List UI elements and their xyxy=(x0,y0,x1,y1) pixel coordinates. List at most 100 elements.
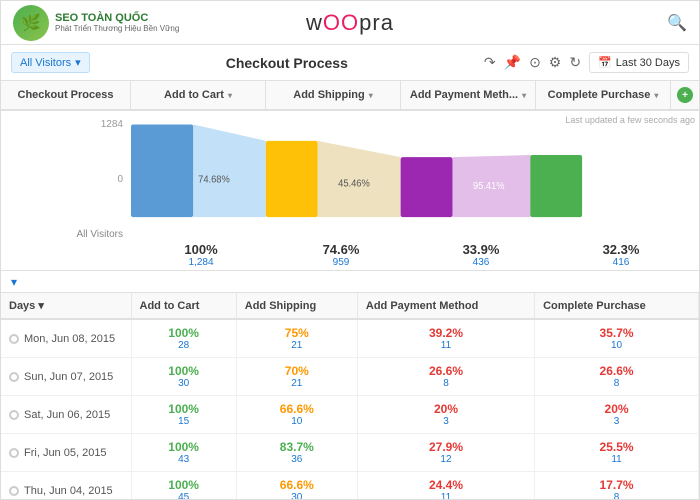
chart-area: 1284 0 All Visitors Last updated a few s… xyxy=(1,111,699,271)
th-add-payment: Add Payment Method xyxy=(357,293,534,319)
row-radio[interactable] xyxy=(9,334,19,344)
svg-text:74.68%: 74.68% xyxy=(198,174,230,185)
add-shipping-cell: 66.6% 10 xyxy=(236,396,357,434)
complete-purchase-cell: 20% 3 xyxy=(535,396,699,434)
table-row[interactable]: Mon, Jun 08, 2015 100% 28 75% 21 39.2% 1… xyxy=(1,319,699,358)
col-header-complete-purchase[interactable]: Complete Purchase ▾ xyxy=(536,81,671,109)
clock-icon[interactable]: ⊙ xyxy=(529,54,541,71)
add-shipping-count: 21 xyxy=(245,340,349,351)
logo-subtitle: Phát Triển Thương Hiệu Bền Vững xyxy=(55,24,179,33)
y-max: 1284 xyxy=(101,119,123,130)
chevron-down-icon: ▾ xyxy=(38,300,44,312)
date-cell: Sun, Jun 07, 2015 xyxy=(1,358,131,396)
add-shipping-cell: 66.6% 30 xyxy=(236,472,357,500)
add-payment-cell: 24.4% 11 xyxy=(357,472,534,500)
col-header-add-to-cart[interactable]: Add to Cart ▾ xyxy=(131,81,266,109)
y-min: 0 xyxy=(117,174,123,185)
add-to-cart-pct: 100% xyxy=(168,440,199,454)
date-label: Last 30 Days xyxy=(616,57,680,69)
add-to-cart-count: 30 xyxy=(140,378,228,389)
row-radio[interactable] xyxy=(9,486,19,496)
add-shipping-pct: 83.7% xyxy=(280,440,314,454)
search-icon[interactable]: 🔍 xyxy=(667,13,687,33)
chart-label-3: 32.3% 416 xyxy=(551,242,691,268)
date-label: Sat, Jun 06, 2015 xyxy=(24,409,110,421)
th-add-shipping: Add Shipping xyxy=(236,293,357,319)
complete-pct: 25.5% xyxy=(600,440,634,454)
add-to-cart-cell: 100% 28 xyxy=(131,319,236,358)
calendar-icon: 📅 xyxy=(598,56,612,69)
y-axis: 1284 0 All Visitors xyxy=(1,111,131,270)
complete-count: 3 xyxy=(543,416,690,427)
add-payment-cell: 26.6% 8 xyxy=(357,358,534,396)
date-label: Thu, Jun 04, 2015 xyxy=(24,485,113,497)
date-cell: Sat, Jun 06, 2015 xyxy=(1,396,131,434)
chevron-down-icon: ▾ xyxy=(369,91,373,100)
add-payment-count: 11 xyxy=(366,492,526,499)
pin-icon[interactable]: 📌 xyxy=(504,54,521,71)
col-header-checkout: Checkout Process xyxy=(1,81,131,109)
top-bar: 🌿 SEO TOÀN QUỐC Phát Triển Thương Hiệu B… xyxy=(1,1,699,45)
share-icon[interactable]: ↷ xyxy=(484,54,496,71)
th-add-to-cart: Add to Cart xyxy=(131,293,236,319)
add-payment-count: 12 xyxy=(366,454,526,465)
add-shipping-cell: 83.7% 36 xyxy=(236,434,357,472)
filter-title: Checkout Process xyxy=(90,55,484,71)
table-row[interactable]: Fri, Jun 05, 2015 100% 43 83.7% 36 27.9%… xyxy=(1,434,699,472)
complete-count: 8 xyxy=(543,492,690,499)
step3-pct: 33.9% xyxy=(411,242,551,257)
logo-area: 🌿 SEO TOÀN QUỐC Phát Triển Thương Hiệu B… xyxy=(13,5,179,41)
collapse-bar[interactable]: ▾ xyxy=(1,271,699,293)
filter-actions: ↷ 📌 ⊙ ⚙ ↻ 📅 Last 30 Days xyxy=(484,52,689,73)
complete-pct: 17.7% xyxy=(600,478,634,492)
logo-title: SEO TOÀN QUỐC xyxy=(55,12,179,24)
add-shipping-count: 21 xyxy=(245,378,349,389)
chart-label-2: 33.9% 436 xyxy=(411,242,551,268)
date-label: Sun, Jun 07, 2015 xyxy=(24,371,113,383)
date-cell: Fri, Jun 05, 2015 xyxy=(1,434,131,472)
complete-purchase-cell: 17.7% 8 xyxy=(535,472,699,500)
plus-icon: + xyxy=(677,87,693,103)
step2-count: 959 xyxy=(271,257,411,268)
add-shipping-pct: 75% xyxy=(285,326,309,340)
settings-icon[interactable]: ⚙ xyxy=(549,54,562,71)
chart-labels: 100% 1,284 74.6% 959 33.9% 436 32.3% 416 xyxy=(131,242,691,272)
all-visitors-button[interactable]: All Visitors ▾ xyxy=(11,52,90,73)
table-row[interactable]: Sat, Jun 06, 2015 100% 15 66.6% 10 20% 3… xyxy=(1,396,699,434)
complete-count: 10 xyxy=(543,340,690,351)
add-to-cart-count: 15 xyxy=(140,416,228,427)
add-payment-pct: 39.2% xyxy=(429,326,463,340)
complete-pct: 35.7% xyxy=(600,326,634,340)
table-row[interactable]: Sun, Jun 07, 2015 100% 30 70% 21 26.6% 8… xyxy=(1,358,699,396)
complete-purchase-cell: 26.6% 8 xyxy=(535,358,699,396)
chevron-down-icon: ▾ xyxy=(654,91,658,100)
add-to-cart-cell: 100% 30 xyxy=(131,358,236,396)
add-payment-count: 3 xyxy=(366,416,526,427)
row-radio[interactable] xyxy=(9,448,19,458)
add-payment-pct: 24.4% xyxy=(429,478,463,492)
row-radio[interactable] xyxy=(9,372,19,382)
date-range-button[interactable]: 📅 Last 30 Days xyxy=(589,52,689,73)
refresh-icon[interactable]: ↻ xyxy=(569,54,581,71)
add-shipping-cell: 70% 21 xyxy=(236,358,357,396)
add-payment-pct: 26.6% xyxy=(429,364,463,378)
row-radio[interactable] xyxy=(9,410,19,420)
date-label: Mon, Jun 08, 2015 xyxy=(24,333,115,345)
step4-count: 416 xyxy=(551,257,691,268)
add-column-button[interactable]: + xyxy=(671,81,699,109)
col-header-add-shipping[interactable]: Add Shipping ▾ xyxy=(266,81,401,109)
svg-text:95.41%: 95.41% xyxy=(473,181,505,192)
chevron-down-icon: ▾ xyxy=(75,56,81,69)
table-row[interactable]: Thu, Jun 04, 2015 100% 45 66.6% 30 24.4%… xyxy=(1,472,699,500)
col-header-add-payment[interactable]: Add Payment Meth... ▾ xyxy=(401,81,536,109)
add-shipping-count: 36 xyxy=(245,454,349,465)
add-payment-pct: 20% xyxy=(434,402,458,416)
chevron-down-icon: ▾ xyxy=(522,91,526,100)
add-to-cart-pct: 100% xyxy=(168,364,199,378)
add-payment-count: 8 xyxy=(366,378,526,389)
th-days[interactable]: Days ▾ xyxy=(1,293,131,319)
add-to-cart-pct: 100% xyxy=(168,478,199,492)
add-to-cart-pct: 100% xyxy=(168,326,199,340)
x-label: All Visitors xyxy=(77,229,124,240)
complete-count: 11 xyxy=(543,454,690,465)
